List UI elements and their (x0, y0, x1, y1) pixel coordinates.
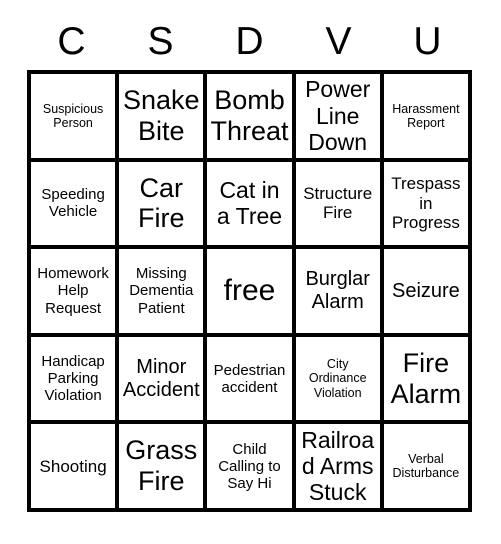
bingo-cell[interactable]: Grass Fire (119, 424, 208, 512)
bingo-cell[interactable]: City Ordinance Violation (295, 336, 384, 425)
bingo-cell-label: Car Fire (138, 172, 185, 234)
bingo-grid: Suspicious Person Snake Bite Bomb Threat Po… (27, 70, 472, 512)
bingo-cell-label: Verbal Disturbance (392, 451, 460, 481)
bingo-cell-label: Homework Help Request (37, 265, 109, 317)
bingo-cell[interactable]: Railroad Arms Stuck (295, 424, 384, 512)
bingo-cell-label: free (223, 273, 276, 307)
bingo-cell-label: Cat in a Tree (216, 177, 283, 230)
bingo-cell[interactable]: Car Fire (119, 161, 208, 250)
bingo-cell-label: Suspicious Person (42, 101, 104, 130)
bingo-header-letter-3: V (325, 20, 352, 63)
bingo-cell[interactable]: Verbal Disturbance (383, 424, 472, 512)
bingo-cell-label: Child Calling to Say Hi (218, 440, 281, 492)
bingo-cell[interactable]: Child Calling to Say Hi (207, 424, 296, 512)
bingo-cell-label: Speeding Vehicle (41, 186, 105, 221)
bingo-cell[interactable]: Pedestrian accident (207, 336, 296, 425)
bingo-cell[interactable]: Handicap Parking Violation (31, 336, 120, 425)
bingo-cell[interactable]: Speeding Vehicle (31, 161, 120, 250)
bingo-cell[interactable]: Bomb Threat (207, 74, 296, 162)
bingo-cell[interactable]: Minor Accident (119, 336, 208, 425)
bingo-cell-label: Structure Fire (303, 184, 373, 223)
bingo-cell-label: Bomb Threat (210, 85, 289, 146)
bingo-cell-label: Railroad Arms Stuck (301, 426, 375, 506)
bingo-cell[interactable]: Seizure (383, 249, 472, 337)
bingo-cell[interactable]: Trespass in Progress (383, 161, 472, 250)
bingo-cell-label: City Ordinance Violation (308, 357, 367, 400)
bingo-cell-label: Grass Fire (125, 435, 198, 497)
bingo-header-letter-1: S (147, 20, 174, 63)
bingo-cell[interactable]: Power Line Down (295, 74, 384, 162)
bingo-cell[interactable]: Missing Dementia Patient (119, 249, 208, 337)
bingo-cell[interactable]: Cat in a Tree (207, 161, 296, 250)
bingo-cell-label: Power Line Down (305, 76, 371, 155)
bingo-cell[interactable]: Fire Alarm (383, 336, 472, 425)
bingo-header-letter-0: C (57, 20, 86, 63)
bingo-cell-label: Missing Dementia Patient (129, 265, 194, 317)
bingo-cell-label: Seizure (391, 279, 460, 302)
bingo-cell[interactable]: Homework Help Request (31, 249, 120, 337)
bingo-cell-label: Burglar Alarm (305, 268, 370, 313)
bingo-cell[interactable]: Structure Fire (295, 161, 384, 250)
bingo-cell-label: Shooting (39, 456, 107, 476)
bingo-cell-label: Minor Accident (122, 355, 200, 401)
bingo-cell[interactable]: Burglar Alarm (295, 249, 384, 337)
bingo-cell-label: Handicap Parking Violation (41, 352, 105, 405)
bingo-header-letter-2: D (235, 20, 264, 63)
bingo-cell[interactable]: Harassment Report (383, 74, 472, 162)
bingo-header-row: CSDVU (27, 16, 472, 68)
bingo-cell-label: Pedestrian accident (213, 361, 286, 396)
bingo-cell[interactable]: Suspicious Person (31, 74, 120, 162)
bingo-card: C S D V U Suspicious Person Snake Bite Bomb Th… (0, 0, 501, 544)
bingo-cell-label: Trespass in Progress (391, 174, 461, 233)
bingo-cell-free[interactable]: free (207, 249, 296, 337)
bingo-cell-label: Fire Alarm (390, 347, 462, 409)
bingo-cell-label: Harassment Report (392, 101, 460, 130)
bingo-header-letter-4: U (413, 20, 442, 63)
bingo-cell[interactable]: Snake Bite (119, 74, 208, 162)
bingo-cell-label: Snake Bite (123, 85, 200, 146)
bingo-cell[interactable]: Shooting (31, 424, 120, 512)
